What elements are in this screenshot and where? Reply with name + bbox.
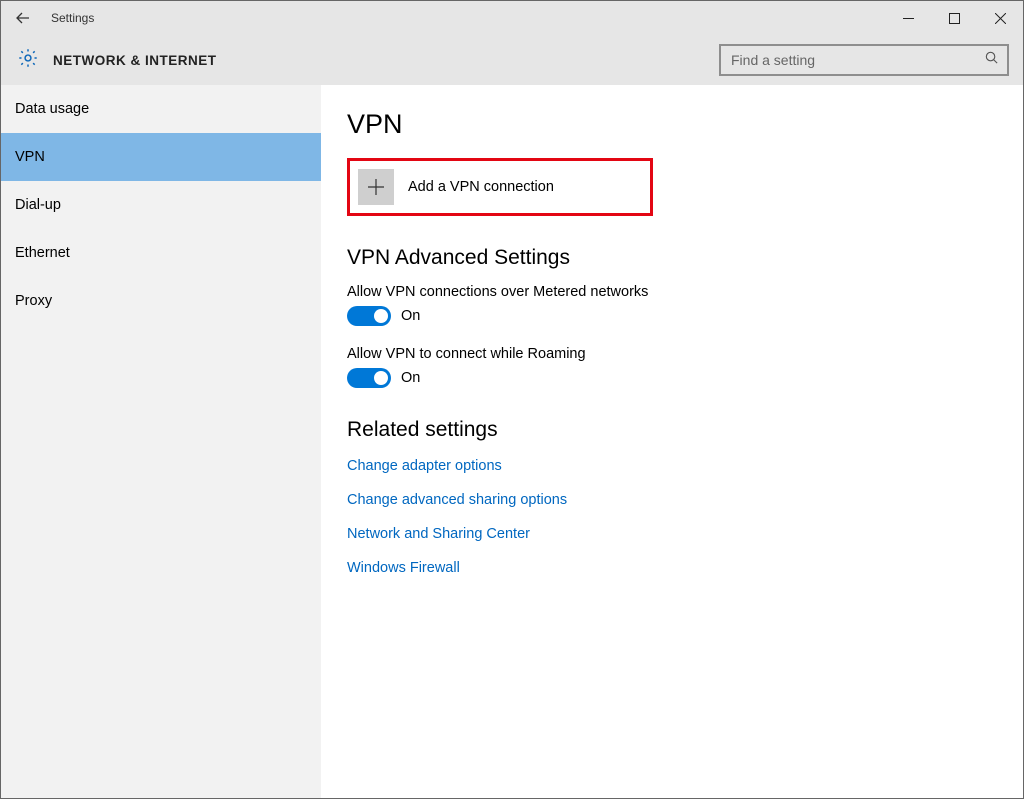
maximize-button[interactable] [931, 1, 977, 35]
toggle-metered[interactable] [347, 306, 391, 326]
link-change-advanced-sharing[interactable]: Change advanced sharing options [347, 492, 567, 508]
plus-icon [358, 169, 394, 205]
link-windows-firewall[interactable]: Windows Firewall [347, 560, 460, 576]
search-input[interactable] [729, 51, 984, 69]
body: Data usage VPN Dial-up Ethernet Proxy VP… [1, 85, 1023, 798]
setting-metered-label: Allow VPN connections over Metered netwo… [347, 284, 997, 300]
settings-window: Settings NETWORK & IN [0, 0, 1024, 799]
sidebar-item-vpn[interactable]: VPN [1, 133, 321, 181]
add-vpn-button[interactable]: Add a VPN connection [358, 169, 642, 205]
subheader: NETWORK & INTERNET [1, 35, 1023, 85]
sidebar-item-proxy[interactable]: Proxy [1, 277, 321, 325]
section-title: NETWORK & INTERNET [53, 53, 217, 68]
page-title: VPN [347, 109, 997, 140]
add-vpn-label: Add a VPN connection [408, 179, 554, 195]
window-controls [885, 1, 1023, 35]
window-header: Settings NETWORK & IN [1, 1, 1023, 85]
back-arrow-icon [15, 10, 31, 26]
toggle-metered-state: On [401, 308, 420, 324]
sidebar-item-data-usage[interactable]: Data usage [1, 85, 321, 133]
gear-icon [17, 47, 39, 74]
close-button[interactable] [977, 1, 1023, 35]
setting-roaming-label: Allow VPN to connect while Roaming [347, 346, 997, 362]
link-network-sharing-center[interactable]: Network and Sharing Center [347, 526, 530, 542]
setting-metered: Allow VPN connections over Metered netwo… [347, 284, 997, 326]
related-heading: Related settings [347, 418, 997, 442]
toggle-roaming[interactable] [347, 368, 391, 388]
maximize-icon [949, 13, 960, 24]
minimize-button[interactable] [885, 1, 931, 35]
add-vpn-highlight: Add a VPN connection [347, 158, 653, 216]
sidebar-item-dial-up[interactable]: Dial-up [1, 181, 321, 229]
advanced-heading: VPN Advanced Settings [347, 246, 997, 270]
back-button[interactable] [1, 1, 45, 35]
toggle-roaming-state: On [401, 370, 420, 386]
setting-roaming: Allow VPN to connect while Roaming On [347, 346, 997, 388]
main-content: VPN Add a VPN connection VPN Advanced Se… [321, 85, 1023, 798]
close-icon [995, 13, 1006, 24]
minimize-icon [903, 13, 914, 24]
sidebar-item-ethernet[interactable]: Ethernet [1, 229, 321, 277]
search-box[interactable] [719, 44, 1009, 76]
sidebar: Data usage VPN Dial-up Ethernet Proxy [1, 85, 321, 798]
link-change-adapter-options[interactable]: Change adapter options [347, 458, 502, 474]
titlebar: Settings [1, 1, 1023, 35]
window-title: Settings [51, 11, 94, 25]
search-icon [984, 50, 999, 70]
